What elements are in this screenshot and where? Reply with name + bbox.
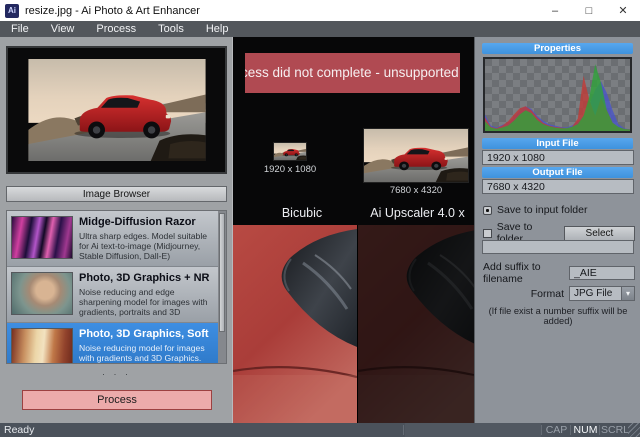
select-folder-button[interactable]: Select bbox=[564, 226, 635, 241]
status-text: Ready bbox=[0, 424, 403, 436]
model-list-scrollbar[interactable] bbox=[218, 211, 226, 363]
titlebar: Ai resize.jpg - Ai Photo & Art Enhancer … bbox=[0, 0, 640, 21]
output-thumbnail[interactable] bbox=[363, 128, 469, 183]
menu-tools[interactable]: Tools bbox=[147, 23, 195, 35]
right-panel: Properties Input File Output File Save t… bbox=[474, 37, 640, 423]
window-title: resize.jpg - Ai Photo & Art Enhancer bbox=[25, 5, 200, 17]
splitter-handle[interactable]: · · · bbox=[0, 369, 233, 381]
model-title: Photo, 3D Graphics + NR bbox=[79, 272, 216, 285]
status-bar: Ready CAP NUM SCRL bbox=[0, 423, 640, 437]
minimize-icon[interactable]: – bbox=[538, 0, 572, 21]
save-to-input-folder-label: Save to input folder bbox=[497, 204, 587, 216]
output-size-label: 7680 x 4320 bbox=[363, 185, 469, 196]
menu-file[interactable]: File bbox=[0, 23, 40, 35]
error-banner: cess did not complete - unsupported G bbox=[245, 53, 460, 93]
model-title: Photo, 3D Graphics, Soft bbox=[79, 328, 216, 341]
maximize-icon[interactable]: □ bbox=[572, 0, 606, 21]
left-panel: Image Browser Midge-Diffusion Razor Ultr… bbox=[0, 37, 233, 423]
caps-lock-indicator: CAP bbox=[543, 424, 570, 436]
model-list: Midge-Diffusion Razor Ultra sharp edges.… bbox=[6, 210, 227, 364]
close-icon[interactable]: ✕ bbox=[606, 0, 640, 21]
input-file-header: Input File bbox=[482, 138, 633, 149]
bicubic-label: Bicubic bbox=[247, 206, 357, 220]
output-file-header: Output File bbox=[482, 167, 633, 178]
ai-upscaler-label: Ai Upscaler 4.0 x bbox=[361, 206, 474, 220]
properties-header: Properties bbox=[482, 43, 633, 54]
suffix-input[interactable] bbox=[569, 266, 635, 280]
menu-bar: File View Process Tools Help bbox=[0, 21, 640, 37]
suffix-note: (If file exist a number suffix will be a… bbox=[479, 306, 637, 326]
center-panel: cess did not complete - unsupported G 19… bbox=[233, 37, 474, 423]
model-thumbnail bbox=[11, 328, 73, 364]
input-size-label: 1920 x 1080 bbox=[240, 164, 340, 175]
app-icon: Ai bbox=[5, 4, 19, 18]
menu-process[interactable]: Process bbox=[85, 23, 147, 35]
input-file-field[interactable] bbox=[482, 150, 634, 165]
scrollbar-thumb[interactable] bbox=[219, 213, 225, 332]
model-description: Noise reducing model for images with gra… bbox=[79, 343, 216, 363]
menu-help[interactable]: Help bbox=[195, 23, 240, 35]
chevron-down-icon[interactable]: ▾ bbox=[621, 287, 634, 300]
model-item-photo-3d-graphics-nr[interactable]: Photo, 3D Graphics + NR Noise reducing a… bbox=[7, 267, 220, 323]
model-description: Ultra sharp edges. Model suitable for Ai… bbox=[79, 231, 216, 261]
num-lock-indicator: NUM bbox=[572, 424, 599, 436]
format-label: Format bbox=[531, 288, 564, 300]
model-item-midge-diffusion-razor[interactable]: Midge-Diffusion Razor Ultra sharp edges.… bbox=[7, 211, 220, 267]
folder-path-field[interactable] bbox=[482, 240, 634, 254]
preview-image bbox=[6, 46, 227, 174]
model-title: Midge-Diffusion Razor bbox=[79, 216, 216, 229]
format-value: JPG File bbox=[570, 288, 621, 299]
save-to-folder-checkbox[interactable] bbox=[483, 229, 492, 238]
format-dropdown[interactable]: JPG File ▾ bbox=[569, 286, 635, 301]
model-item-photo-3d-graphics-soft[interactable]: Photo, 3D Graphics, Soft Noise reducing … bbox=[7, 323, 220, 364]
menu-view[interactable]: View bbox=[40, 23, 86, 35]
suffix-label: Add suffix to filename bbox=[483, 261, 564, 285]
image-browser-button[interactable]: Image Browser bbox=[6, 186, 227, 202]
model-thumbnail bbox=[11, 216, 73, 259]
bicubic-preview[interactable] bbox=[233, 225, 357, 423]
output-file-field[interactable] bbox=[482, 179, 634, 194]
resize-grip[interactable] bbox=[628, 423, 640, 437]
scroll-lock-indicator: SCRL bbox=[601, 424, 628, 436]
process-button[interactable]: Process bbox=[22, 390, 212, 410]
model-thumbnail bbox=[11, 272, 73, 315]
app-window: Ai resize.jpg - Ai Photo & Art Enhancer … bbox=[0, 0, 640, 437]
histogram bbox=[483, 57, 632, 133]
save-to-input-folder-radio[interactable] bbox=[483, 206, 492, 215]
input-thumbnail[interactable] bbox=[273, 142, 307, 161]
ai-upscaler-preview[interactable] bbox=[357, 225, 474, 423]
status-pane bbox=[405, 423, 541, 437]
model-description: Noise reducing and edge sharpening model… bbox=[79, 287, 216, 317]
